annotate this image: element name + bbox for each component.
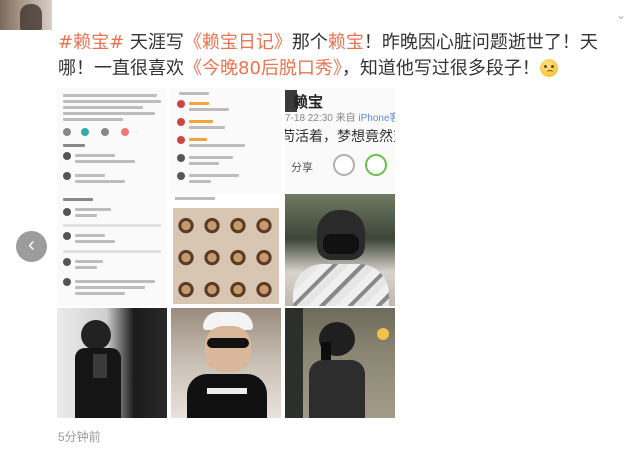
face-mask — [323, 234, 359, 254]
show-link[interactable]: 《今晚80后脱口秀》 — [184, 58, 342, 79]
grid-image-selfie-mask[interactable] — [285, 194, 395, 306]
grid-image-comments-screenshot-1[interactable] — [57, 88, 167, 194]
wechat-icon — [365, 154, 387, 176]
post-text-1: 天涯写 — [124, 32, 184, 53]
sad-face-emoji-icon — [539, 59, 558, 77]
grid-image-meme-collage[interactable] — [171, 194, 281, 306]
grid-image-mirror-selfie[interactable] — [285, 308, 395, 418]
post-text: #赖宝# 天涯写《赖宝日记》那个赖宝！昨晚因心脏问题逝世了！天哪！一直很喜欢《今… — [58, 30, 628, 82]
grid-image-sunglasses-selfie[interactable] — [171, 308, 281, 418]
grid-image-chat-screenshot[interactable] — [171, 88, 281, 194]
grid-image-profile-screenshot[interactable]: 赖宝 7-18 22:30 来自 iPhone客 苟活着，梦想竟然变成了就 分享 — [285, 88, 395, 194]
chevron-down-icon[interactable]: ⌄ — [616, 8, 626, 22]
chevron-left-icon[interactable]: ‹ — [16, 231, 47, 262]
profile-meta-time: 7-18 22:30 来自 — [285, 113, 359, 124]
share-label: 分享 — [291, 162, 313, 174]
image-grid: 赖宝 7-18 22:30 来自 iPhone客 苟活着，梦想竟然变成了就 分享 — [57, 88, 395, 418]
author-avatar[interactable] — [0, 0, 52, 30]
post-timestamp: 5分钟前 — [58, 430, 101, 444]
comment-icon — [333, 154, 355, 176]
diary-link[interactable]: 《赖宝日记》 — [184, 32, 292, 53]
profile-post-text: 苟活着，梦想竟然变成了就 — [285, 128, 395, 144]
hashtag-link[interactable]: #赖宝# — [58, 32, 124, 53]
post-text-4: ，知道他写过很多段子！ — [341, 58, 540, 79]
profile-meta: 7-18 22:30 来自 iPhone客 — [285, 109, 395, 124]
grid-image-comments-screenshot-2[interactable] — [57, 194, 167, 306]
profile-meta-source: iPhone客 — [358, 113, 395, 124]
grid-image-bw-selfie[interactable] — [57, 308, 167, 418]
name-link[interactable]: 赖宝 — [328, 32, 364, 53]
post-text-2: 那个 — [291, 32, 328, 53]
